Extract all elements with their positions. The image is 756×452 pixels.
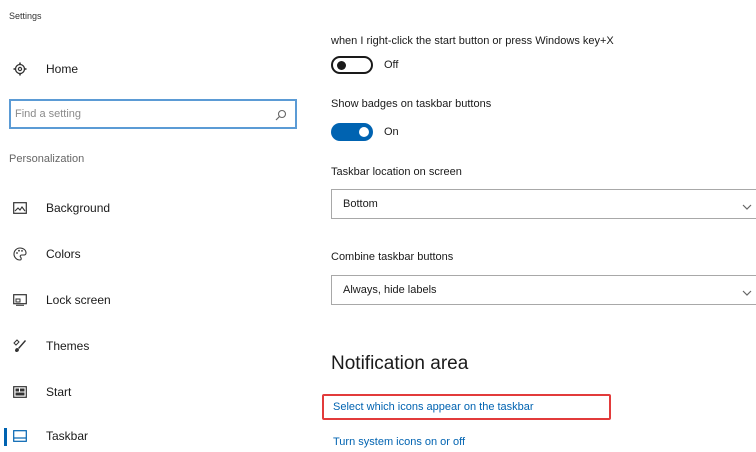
nav-label-lock-screen: Lock screen: [46, 293, 111, 307]
nav-item-start[interactable]: Start: [0, 376, 300, 408]
nav-label-taskbar: Taskbar: [46, 429, 89, 443]
app-title: Settings: [9, 11, 42, 21]
nav-label-home: Home: [46, 62, 79, 76]
replace-command-prompt-toggle[interactable]: [331, 56, 373, 74]
notification-area-heading: Notification area: [331, 353, 469, 374]
highlight-annotation-box: [322, 394, 611, 420]
picture-icon: [12, 200, 28, 216]
nav-label-background: Background: [46, 201, 111, 215]
palette-icon: [12, 246, 28, 262]
combine-buttons-dropdown[interactable]: Always, hide labels: [331, 275, 756, 305]
section-label-personalization: Personalization: [9, 153, 85, 165]
content-pane: when I right-click the start button or p…: [331, 0, 756, 450]
toggle-knob: [359, 127, 369, 137]
taskbar-location-label: Taskbar location on screen: [331, 166, 462, 178]
nav-item-lock-screen[interactable]: Lock screen: [0, 284, 300, 316]
nav-item-themes[interactable]: Themes: [0, 330, 300, 362]
combine-buttons-label: Combine taskbar buttons: [331, 251, 454, 263]
nav-item-colors[interactable]: Colors: [0, 238, 300, 270]
search-input[interactable]: [15, 104, 265, 124]
combine-buttons-value: Always, hide labels: [343, 284, 437, 296]
search-box[interactable]: [9, 99, 297, 129]
sidebar: Settings Home Personalization Background…: [0, 0, 310, 450]
toggle-state-off: Off: [384, 59, 399, 71]
search-icon[interactable]: [275, 108, 287, 121]
gear-icon: [12, 61, 28, 77]
replace-command-prompt-label: when I right-click the start button or p…: [331, 35, 614, 47]
nav-item-home[interactable]: Home: [0, 53, 300, 85]
toggle-state-on: On: [384, 126, 399, 138]
brush-icon: [12, 338, 28, 354]
badges-label: Show badges on taskbar buttons: [331, 98, 492, 110]
taskbar-icon: [12, 428, 28, 444]
nav-label-themes: Themes: [46, 339, 90, 353]
taskbar-location-dropdown[interactable]: Bottom: [331, 189, 756, 219]
nav-label-colors: Colors: [46, 247, 81, 261]
badges-toggle[interactable]: [331, 123, 373, 141]
nav-item-taskbar[interactable]: Taskbar: [0, 420, 300, 452]
chevron-down-icon: [742, 285, 752, 296]
system-icons-link[interactable]: Turn system icons on or off: [333, 436, 465, 448]
selection-indicator: [4, 428, 7, 446]
start-icon: [12, 384, 28, 400]
nav-label-start: Start: [46, 385, 72, 399]
lock-screen-icon: [12, 292, 28, 308]
nav-item-background[interactable]: Background: [0, 192, 300, 224]
taskbar-location-value: Bottom: [343, 198, 378, 210]
toggle-knob: [337, 61, 346, 70]
chevron-down-icon: [742, 199, 752, 210]
